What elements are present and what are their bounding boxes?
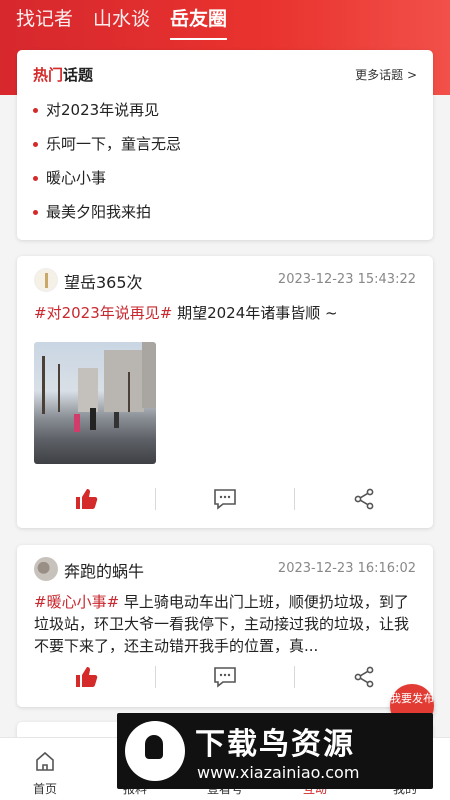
- share-icon: [354, 488, 374, 510]
- watermark-logo-icon: [125, 721, 185, 781]
- watermark-title: 下载鸟资源: [195, 727, 355, 762]
- hot-topics-title: 热门话题: [33, 66, 94, 84]
- post-time: 2023-12-23 15:43:22: [277, 272, 416, 287]
- post-photo[interactable]: [34, 342, 156, 464]
- post-card: 奔跑的蜗牛 2023-12-23 16:16:02 #暖心小事# 早上骑电动车出…: [17, 545, 433, 707]
- watermark-overlay: 下载鸟资源 www.xiazainiao.com: [117, 713, 433, 789]
- hot-topic-item[interactable]: 最美夕阳我来拍: [33, 202, 181, 236]
- hot-topic-item[interactable]: 乐呵一下，童言无忌: [33, 134, 181, 168]
- tab-yueyouquan[interactable]: 岳友圈: [170, 6, 228, 40]
- more-topics-link[interactable]: 更多话题 >: [355, 66, 417, 83]
- hot-topics-card: 热门话题 更多话题 > 对2023年说再见 乐呵一下，童言无忌 暖心小事 最美夕…: [17, 50, 433, 240]
- post-text: 期望2024年诸事皆顺 ~: [177, 304, 338, 322]
- tab-find-reporter[interactable]: 找记者: [16, 6, 73, 40]
- bullet-icon: [33, 210, 38, 215]
- post-time: 2023-12-23 16:16:02: [277, 561, 416, 576]
- post-header: 望岳365次 2023-12-23 15:43:22: [34, 268, 416, 294]
- comment-icon: [214, 489, 236, 510]
- share-icon: [354, 666, 374, 688]
- thumbs-up-icon: [76, 667, 98, 687]
- top-tabs: 找记者 山水谈 岳友圈: [16, 6, 228, 40]
- comment-icon: [214, 667, 236, 688]
- home-icon: [36, 751, 54, 771]
- bullet-icon: [33, 176, 38, 181]
- comment-button[interactable]: [156, 662, 294, 692]
- post-actions: [17, 484, 433, 514]
- watermark-url: www.xiazainiao.com: [197, 763, 360, 782]
- tab-shanshuitan[interactable]: 山水谈: [93, 6, 150, 40]
- post-header: 奔跑的蜗牛 2023-12-23 16:16:02: [34, 557, 416, 583]
- hot-topics-list: 对2023年说再见 乐呵一下，童言无忌 暖心小事 最美夕阳我来拍: [33, 100, 181, 236]
- bullet-icon: [33, 142, 38, 147]
- bullet-icon: [33, 108, 38, 113]
- comment-button[interactable]: [156, 484, 294, 514]
- post-topic-tag[interactable]: #暖心小事#: [34, 593, 119, 611]
- hot-topic-item[interactable]: 暖心小事: [33, 168, 181, 202]
- nav-home[interactable]: 首页: [0, 738, 90, 800]
- post-card: 望岳365次 2023-12-23 15:43:22 #对2023年说再见# 期…: [17, 256, 433, 528]
- like-button[interactable]: [17, 662, 155, 692]
- post-username[interactable]: 望岳365次: [64, 269, 143, 293]
- avatar[interactable]: [34, 268, 58, 292]
- post-topic-tag[interactable]: #对2023年说再见#: [34, 304, 172, 322]
- post-content[interactable]: #暖心小事# 早上骑电动车出门上班，顺便扔垃圾，到了垃圾站，环卫大爷一看我停下，…: [34, 591, 419, 657]
- thumbs-up-icon: [76, 489, 98, 509]
- post-username[interactable]: 奔跑的蜗牛: [64, 558, 144, 582]
- avatar[interactable]: [34, 557, 58, 581]
- post-content[interactable]: #对2023年说再见# 期望2024年诸事皆顺 ~: [34, 302, 419, 324]
- post-actions: [17, 662, 433, 692]
- hot-topic-item[interactable]: 对2023年说再见: [33, 100, 181, 134]
- share-button[interactable]: [295, 484, 433, 514]
- nav-label: 首页: [32, 782, 57, 796]
- like-button[interactable]: [17, 484, 155, 514]
